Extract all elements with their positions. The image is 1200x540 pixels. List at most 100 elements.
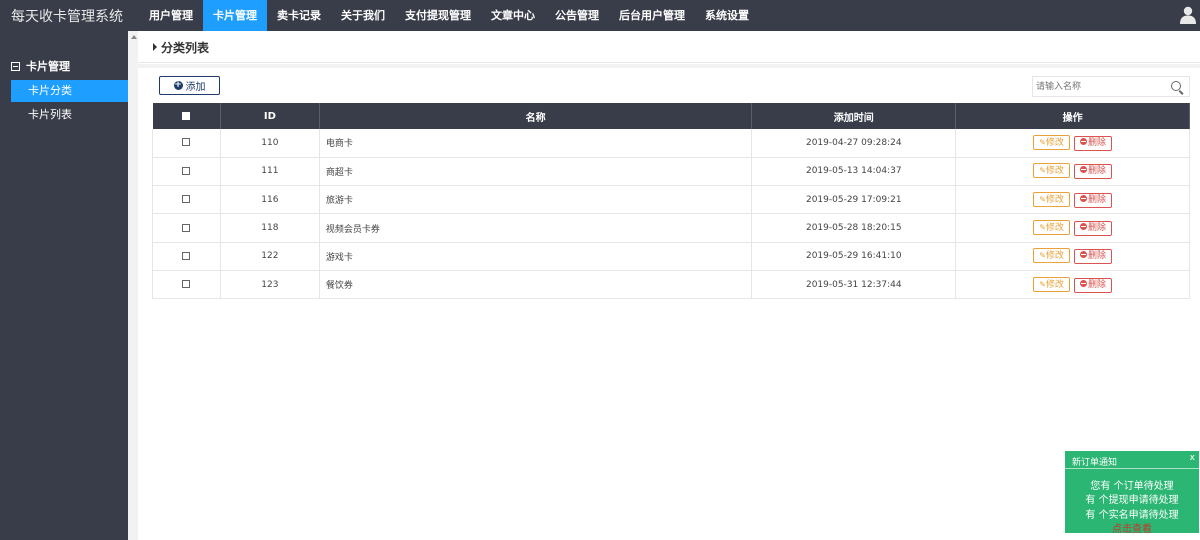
- table-row: 111 商超卡 2019-05-13 14:04:37 ✎修改 删除: [152, 157, 1190, 187]
- edit-button-label: 修改: [1045, 251, 1064, 262]
- edit-button[interactable]: ✎修改: [1033, 248, 1070, 264]
- edit-button[interactable]: ✎修改: [1033, 134, 1070, 150]
- row-id: 110: [220, 129, 320, 158]
- table-header-row: ID 名称 添加时间 操作: [152, 103, 1190, 129]
- minus-circle-icon: [1079, 166, 1087, 174]
- row-id: 118: [220, 213, 320, 243]
- collapse-icon: [11, 61, 20, 71]
- notification-header: 新订单通知 x: [1065, 451, 1199, 469]
- divider: [138, 64, 1200, 68]
- add-button[interactable]: + 添加: [159, 76, 220, 95]
- column-header-actions: 操作: [955, 103, 1190, 129]
- delete-button-label: 删除: [1087, 166, 1106, 177]
- delete-button-label: 删除: [1087, 279, 1106, 290]
- edit-button-label: 修改: [1045, 166, 1064, 177]
- category-table: ID 名称 添加时间 操作 110 电商卡 2019-04-27 09:28:24 ✎…: [152, 103, 1190, 300]
- sidebar-scroll-strip[interactable]: [128, 31, 138, 540]
- pencil-icon: ✎: [1039, 279, 1046, 289]
- row-checkbox[interactable]: [182, 251, 191, 260]
- row-checkbox[interactable]: [182, 195, 191, 204]
- search-input[interactable]: [1033, 77, 1163, 96]
- delete-button[interactable]: 删除: [1073, 192, 1112, 208]
- nav-item-user-management[interactable]: 用户管理: [139, 0, 203, 31]
- delete-button[interactable]: 删除: [1073, 221, 1112, 237]
- nav-item-article-center[interactable]: 文章中心: [481, 0, 545, 31]
- row-time: 2019-05-28 18:20:15: [751, 213, 957, 243]
- scroll-up-icon[interactable]: [131, 35, 137, 39]
- nav-item-payment-withdrawal[interactable]: 支付提现管理: [395, 0, 481, 31]
- main-content: 分类列表 + 添加 ID 名称 添加时间 操作 110电商卡2019-04-27…: [138, 31, 1200, 540]
- row-name: 餐饮券: [319, 270, 753, 300]
- select-all-checkbox[interactable]: [182, 111, 191, 120]
- pencil-icon: ✎: [1039, 194, 1046, 204]
- row-select-cell: [152, 213, 221, 243]
- notification-realname-line: 有 个实名申请待处理: [1085, 510, 1179, 521]
- row-actions: ✎修改 删除: [955, 213, 1190, 243]
- sidebar-group-card-management[interactable]: 卡片管理: [11, 58, 70, 74]
- row-name: 商超卡: [319, 157, 753, 187]
- notification-title: 新订单通知: [1072, 458, 1118, 468]
- table-row: 116 旅游卡 2019-05-29 17:09:21 ✎修改 删除: [152, 185, 1190, 215]
- row-checkbox[interactable]: [182, 223, 191, 232]
- nav-item-about-us[interactable]: 关于我们: [331, 0, 395, 31]
- row-id: 123: [220, 270, 320, 300]
- sidebar-item-card-list[interactable]: 卡片列表: [11, 104, 128, 126]
- row-name: 电商卡: [319, 129, 753, 158]
- user-icon[interactable]: [1180, 6, 1196, 24]
- row-select-cell: [152, 270, 221, 300]
- edit-button[interactable]: ✎修改: [1033, 191, 1070, 207]
- edit-button[interactable]: ✎修改: [1033, 276, 1070, 292]
- delete-button-label: 删除: [1087, 194, 1106, 205]
- row-checkbox[interactable]: [182, 138, 191, 147]
- sidebar-item-card-category[interactable]: 卡片分类: [11, 80, 128, 102]
- row-checkbox[interactable]: [182, 166, 191, 175]
- row-time: 2019-05-29 16:41:10: [751, 242, 957, 271]
- edit-button[interactable]: ✎修改: [1033, 163, 1070, 179]
- delete-button[interactable]: 删除: [1073, 249, 1112, 265]
- edit-button-label: 修改: [1045, 137, 1064, 148]
- row-time: 2019-04-27 09:28:24: [751, 129, 957, 158]
- row-name: 游戏卡: [319, 242, 753, 271]
- delete-button[interactable]: 删除: [1073, 135, 1112, 151]
- caret-right-icon: [153, 43, 157, 51]
- delete-button[interactable]: 删除: [1073, 164, 1112, 180]
- nav-item-admin-users[interactable]: 后台用户管理: [609, 0, 695, 31]
- minus-circle-icon: [1079, 223, 1087, 231]
- nav-item-announcements[interactable]: 公告管理: [545, 0, 609, 31]
- search-icon[interactable]: [1171, 81, 1181, 91]
- row-time: 2019-05-13 14:04:37: [751, 157, 957, 187]
- minus-circle-icon: [1079, 251, 1087, 259]
- edit-button-label: 修改: [1045, 279, 1064, 290]
- column-header-name: 名称: [319, 103, 753, 129]
- plus-circle-icon: +: [173, 80, 183, 90]
- minus-circle-icon: [1079, 279, 1087, 287]
- pencil-icon: ✎: [1039, 251, 1046, 261]
- row-select-cell: [152, 129, 221, 158]
- nav-item-sell-records[interactable]: 卖卡记录: [267, 0, 331, 31]
- row-id: 116: [220, 185, 320, 215]
- edit-button-label: 修改: [1045, 194, 1064, 205]
- notification-withdrawal-line: 有 个提现申请待处理: [1085, 495, 1179, 506]
- top-navbar: 每天收卡管理系统 用户管理 卡片管理 卖卡记录 关于我们 支付提现管理 文章中心…: [0, 0, 1200, 31]
- row-select-cell: [152, 157, 221, 187]
- add-button-label: 添加: [185, 82, 206, 93]
- new-order-notification: 新订单通知 x 您有 个订单待处理 有 个提现申请待处理 有 个实名申请待处理 …: [1065, 451, 1199, 535]
- table-row: 123 餐饮券 2019-05-31 12:37:44 ✎修改 删除: [152, 270, 1190, 300]
- delete-button[interactable]: 删除: [1073, 277, 1112, 293]
- row-actions: ✎修改 删除: [955, 157, 1190, 187]
- app-title: 每天收卡管理系统: [11, 9, 123, 25]
- nav-item-card-management[interactable]: 卡片管理: [203, 0, 267, 31]
- edit-button[interactable]: ✎修改: [1033, 220, 1070, 236]
- close-icon[interactable]: x: [1190, 453, 1195, 463]
- minus-circle-icon: [1079, 194, 1087, 202]
- row-actions: ✎修改 删除: [955, 185, 1190, 215]
- sidebar: 卡片管理 卡片分类 卡片列表: [0, 31, 128, 540]
- search-box: [1032, 76, 1190, 97]
- table-row: 122 游戏卡 2019-05-29 16:41:10 ✎修改 删除: [152, 242, 1190, 271]
- notification-view-link[interactable]: 点击查看: [1065, 520, 1199, 535]
- row-checkbox[interactable]: [182, 280, 191, 289]
- row-time: 2019-05-31 12:37:44: [751, 270, 957, 300]
- table-row: 118 视频会员卡券 2019-05-28 18:20:15 ✎修改 删除: [152, 213, 1190, 243]
- delete-button-label: 删除: [1087, 137, 1106, 148]
- nav-item-system-settings[interactable]: 系统设置: [695, 0, 759, 31]
